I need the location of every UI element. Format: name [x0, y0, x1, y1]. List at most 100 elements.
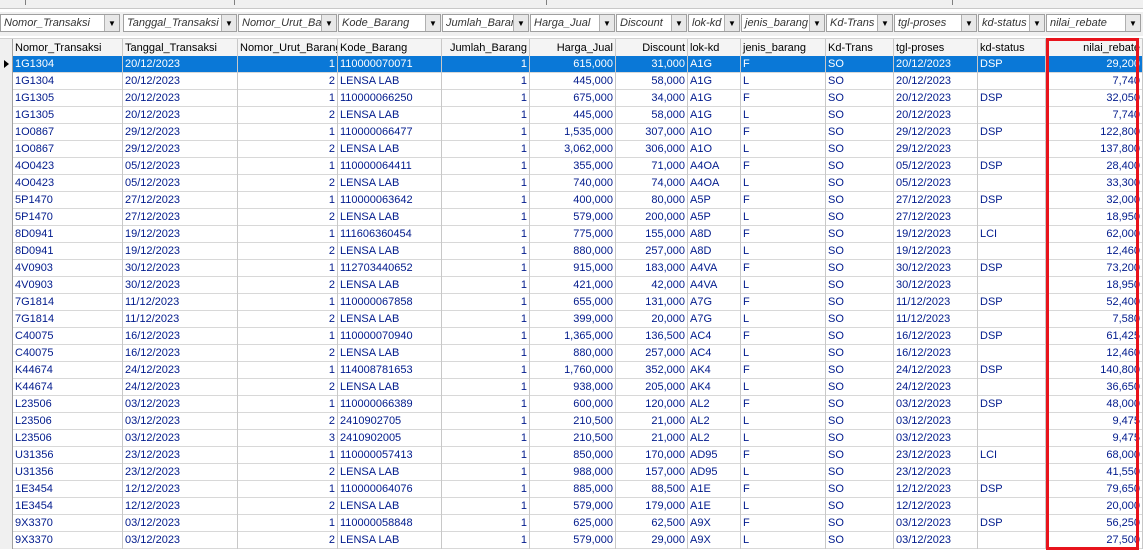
cell-kd-status[interactable]: [978, 243, 1046, 260]
cell-jenis-barang[interactable]: F: [741, 56, 826, 73]
cell-tgl-proses[interactable]: 11/12/2023: [894, 294, 978, 311]
cell-tanggal-transaksi[interactable]: 16/12/2023: [123, 328, 238, 345]
column-header-nomor-transaksi[interactable]: Nomor_Transaksi: [13, 39, 123, 57]
cell-jenis-barang[interactable]: F: [741, 124, 826, 141]
cell-tgl-proses[interactable]: 29/12/2023: [894, 124, 978, 141]
cell-kd-status[interactable]: DSP: [978, 260, 1046, 277]
cell-tanggal-transaksi[interactable]: 16/12/2023: [123, 345, 238, 362]
cell-nomor-urut-barang[interactable]: 2: [238, 175, 338, 192]
cell-harga-jual[interactable]: 445,000: [530, 107, 616, 124]
cell-tanggal-transaksi[interactable]: 23/12/2023: [123, 464, 238, 481]
cell-tgl-proses[interactable]: 20/12/2023: [894, 73, 978, 90]
table-row[interactable]: 1E3454 12/12/2023 2 LENSA LAB 1 579,000 179,00…: [0, 498, 1143, 515]
table-row[interactable]: 1O0867 29/12/2023 1 110000066477 1 1,535,000 3…: [0, 124, 1143, 141]
cell-kd-status[interactable]: [978, 498, 1046, 515]
cell-nomor-urut-barang[interactable]: 2: [238, 498, 338, 515]
cell-nomor-transaksi[interactable]: 1G1305: [13, 90, 123, 107]
cell-nilai-rebate[interactable]: 122,800: [1046, 124, 1143, 141]
cell-nomor-transaksi[interactable]: L23506: [13, 396, 123, 413]
cell-jenis-barang[interactable]: F: [741, 481, 826, 498]
row-indicator[interactable]: [0, 294, 13, 311]
cell-kd-trans[interactable]: SO: [826, 379, 894, 396]
cell-tgl-proses[interactable]: 16/12/2023: [894, 328, 978, 345]
cell-lok-kd[interactable]: A1G: [688, 56, 741, 73]
cell-discount[interactable]: 88,500: [616, 481, 688, 498]
column-header-harga-jual[interactable]: Harga_Jual: [530, 39, 616, 57]
cell-kode-barang[interactable]: LENSA LAB: [338, 345, 442, 362]
cell-discount[interactable]: 34,000: [616, 90, 688, 107]
cell-kode-barang[interactable]: 110000070071: [338, 56, 442, 73]
cell-harga-jual[interactable]: 880,000: [530, 243, 616, 260]
cell-kd-trans[interactable]: SO: [826, 175, 894, 192]
cell-kd-status[interactable]: DSP: [978, 362, 1046, 379]
cell-nomor-transaksi[interactable]: 9X3370: [13, 515, 123, 532]
table-row[interactable]: 8D0941 19/12/2023 2 LENSA LAB 1 880,000 257,00…: [0, 243, 1143, 260]
cell-kd-trans[interactable]: SO: [826, 56, 894, 73]
cell-jumlah-barang[interactable]: 1: [442, 328, 530, 345]
cell-nomor-urut-barang[interactable]: 1: [238, 260, 338, 277]
cell-nomor-transaksi[interactable]: U31356: [13, 464, 123, 481]
cell-discount[interactable]: 58,000: [616, 107, 688, 124]
cell-jumlah-barang[interactable]: 1: [442, 498, 530, 515]
cell-jumlah-barang[interactable]: 1: [442, 413, 530, 430]
cell-nilai-rebate[interactable]: 20,000: [1046, 498, 1143, 515]
cell-kd-status[interactable]: [978, 345, 1046, 362]
cell-nilai-rebate[interactable]: 7,740: [1046, 107, 1143, 124]
cell-nomor-transaksi[interactable]: K44674: [13, 379, 123, 396]
cell-tanggal-transaksi[interactable]: 29/12/2023: [123, 124, 238, 141]
cell-lok-kd[interactable]: A1O: [688, 141, 741, 158]
table-row[interactable]: 5P1470 27/12/2023 1 110000063642 1 400,000 80,…: [0, 192, 1143, 209]
cell-tanggal-transaksi[interactable]: 03/12/2023: [123, 396, 238, 413]
cell-nilai-rebate[interactable]: 12,460: [1046, 345, 1143, 362]
cell-nomor-transaksi[interactable]: 4O0423: [13, 158, 123, 175]
cell-nomor-transaksi[interactable]: C40075: [13, 345, 123, 362]
row-indicator[interactable]: [0, 277, 13, 294]
cell-jenis-barang[interactable]: F: [741, 226, 826, 243]
cell-nilai-rebate[interactable]: 140,800: [1046, 362, 1143, 379]
cell-harga-jual[interactable]: 421,000: [530, 277, 616, 294]
cell-nilai-rebate[interactable]: 12,460: [1046, 243, 1143, 260]
cell-lok-kd[interactable]: AD95: [688, 464, 741, 481]
cell-jumlah-barang[interactable]: 1: [442, 464, 530, 481]
filter-nilai-rebate[interactable]: nilai_rebate ▼: [1046, 14, 1141, 32]
cell-tanggal-transaksi[interactable]: 03/12/2023: [123, 430, 238, 447]
cell-tanggal-transaksi[interactable]: 27/12/2023: [123, 192, 238, 209]
row-indicator[interactable]: [0, 413, 13, 430]
cell-kd-trans[interactable]: SO: [826, 532, 894, 549]
cell-discount[interactable]: 257,000: [616, 243, 688, 260]
cell-jumlah-barang[interactable]: 1: [442, 345, 530, 362]
cell-jenis-barang[interactable]: L: [741, 107, 826, 124]
row-indicator[interactable]: [0, 464, 13, 481]
cell-kd-trans[interactable]: SO: [826, 73, 894, 90]
chevron-down-icon[interactable]: ▼: [809, 15, 824, 31]
cell-nomor-urut-barang[interactable]: 1: [238, 328, 338, 345]
cell-harga-jual[interactable]: 400,000: [530, 192, 616, 209]
cell-lok-kd[interactable]: A9X: [688, 532, 741, 549]
cell-kd-trans[interactable]: SO: [826, 447, 894, 464]
cell-kd-trans[interactable]: SO: [826, 107, 894, 124]
cell-discount[interactable]: 62,500: [616, 515, 688, 532]
filter-jenis-barang[interactable]: jenis_barang ▼: [741, 14, 825, 32]
column-header-kd-trans[interactable]: Kd-Trans: [826, 39, 894, 57]
cell-jumlah-barang[interactable]: 1: [442, 107, 530, 124]
cell-kd-status[interactable]: [978, 379, 1046, 396]
cell-nomor-transaksi[interactable]: C40075: [13, 328, 123, 345]
cell-lok-kd[interactable]: A1G: [688, 107, 741, 124]
cell-nomor-transaksi[interactable]: 1G1305: [13, 107, 123, 124]
cell-jumlah-barang[interactable]: 1: [442, 175, 530, 192]
column-header-kd-status[interactable]: kd-status: [978, 39, 1046, 57]
filter-tgl-proses[interactable]: tgl-proses ▼: [894, 14, 977, 32]
cell-nomor-urut-barang[interactable]: 2: [238, 277, 338, 294]
cell-jumlah-barang[interactable]: 1: [442, 56, 530, 73]
cell-jenis-barang[interactable]: F: [741, 90, 826, 107]
chevron-down-icon[interactable]: ▼: [1029, 15, 1044, 31]
chevron-down-icon[interactable]: ▼: [724, 15, 739, 31]
cell-kode-barang[interactable]: LENSA LAB: [338, 107, 442, 124]
cell-nilai-rebate[interactable]: 29,200: [1046, 56, 1143, 73]
cell-kode-barang[interactable]: 2410902705: [338, 413, 442, 430]
cell-discount[interactable]: 183,000: [616, 260, 688, 277]
cell-kd-status[interactable]: [978, 277, 1046, 294]
cell-lok-kd[interactable]: AL2: [688, 430, 741, 447]
cell-nomor-urut-barang[interactable]: 2: [238, 243, 338, 260]
cell-kd-status[interactable]: [978, 464, 1046, 481]
